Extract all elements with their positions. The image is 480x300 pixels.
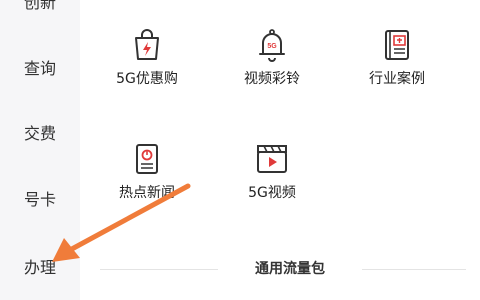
video-clapper-icon: [257, 145, 287, 173]
app-screen: 创新 查询 交费 号卡 办理 5G优惠购 5G 视频彩铃 行业案例 热点新闻 5…: [0, 0, 480, 300]
sidebar-item-innovation[interactable]: 创新: [0, 0, 80, 13]
service-label: 5G优惠购: [116, 71, 178, 87]
divider-right: [362, 269, 466, 270]
sidebar-item-handle[interactable]: 办理: [0, 258, 80, 278]
sidebar-item-query[interactable]: 查询: [0, 59, 80, 79]
shopping-bag-5g-icon: [135, 29, 159, 60]
sidebar-item-sim-card[interactable]: 号卡: [0, 190, 80, 210]
service-tile-5g-deals[interactable]: 5G优惠购: [87, 28, 207, 88]
svg-text:5G: 5G: [267, 43, 277, 50]
case-book-icon: [385, 30, 409, 60]
service-tile-hot-news[interactable]: 热点新闻: [87, 142, 207, 202]
news-document-icon: [136, 144, 158, 174]
section-title: 通用流量包: [255, 261, 325, 277]
services-panel: 5G优惠购 5G 视频彩铃 行业案例 热点新闻 5G视频 通用流量包: [80, 0, 480, 300]
service-label: 热点新闻: [119, 185, 175, 201]
service-label: 视频彩铃: [244, 71, 300, 87]
divider-left: [100, 269, 218, 270]
bell-5g-icon: 5G: [259, 29, 285, 62]
service-tile-industry-cases[interactable]: 行业案例: [337, 28, 457, 88]
service-tile-5g-video[interactable]: 5G视频: [212, 142, 332, 202]
sidebar-item-payment[interactable]: 交费: [0, 124, 80, 144]
service-tile-video-ringtone[interactable]: 5G 视频彩铃: [212, 28, 332, 88]
category-sidebar: 创新 查询 交费 号卡 办理: [0, 0, 80, 300]
service-label: 行业案例: [369, 71, 425, 87]
service-label: 5G视频: [248, 185, 296, 201]
